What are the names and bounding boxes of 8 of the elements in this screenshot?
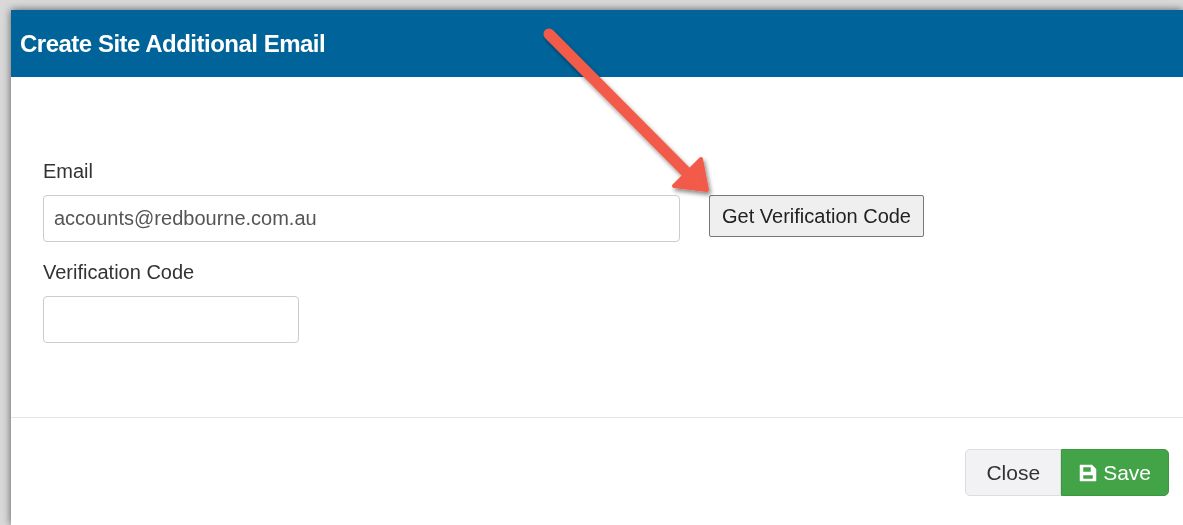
dialog-title: Create Site Additional Email (20, 28, 326, 59)
get-code-button[interactable]: Get Verification Code (709, 195, 924, 237)
email-field[interactable]: accounts@redbourne.com.au (43, 195, 680, 242)
save-icon (1079, 463, 1098, 482)
field-label: Verification Code (43, 260, 196, 284)
field-label: Email (43, 159, 94, 183)
close-button[interactable]: Close (965, 449, 1062, 496)
verification-code-field[interactable] (43, 296, 299, 343)
